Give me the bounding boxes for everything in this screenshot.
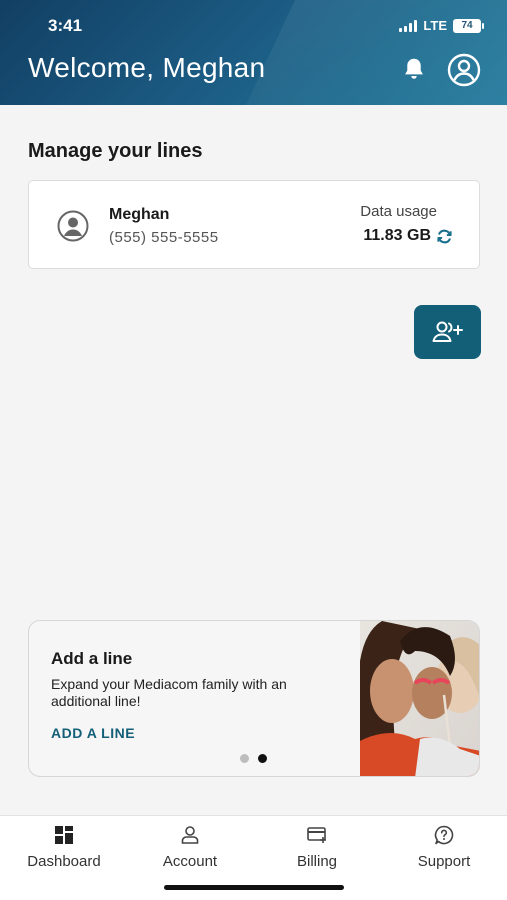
battery-icon: 74 (453, 18, 484, 33)
tab-support[interactable]: Support (389, 824, 499, 870)
promo-description: Expand your Mediacom family with an addi… (51, 676, 287, 709)
data-usage-value: 11.83 GB (363, 227, 431, 244)
data-usage-label: Data usage (360, 203, 437, 220)
home-indicator[interactable] (164, 885, 344, 890)
network-label: LTE (423, 18, 447, 33)
line-phone-number: (555) 555-5555 (109, 229, 219, 246)
add-user-button[interactable] (414, 305, 481, 359)
line-card[interactable]: Meghan (555) 555-5555 Data usage 11.83 G… (28, 180, 480, 269)
billing-icon (307, 827, 326, 843)
manage-lines-title: Manage your lines (28, 140, 203, 162)
tab-label: Dashboard (27, 853, 101, 870)
add-line-promo-card[interactable]: Add a line Expand your Mediacom family w… (28, 620, 480, 777)
pagination-dot-active[interactable] (258, 754, 267, 763)
line-owner-name: Meghan (109, 206, 170, 223)
carousel-pagination (240, 754, 267, 763)
profile-icon[interactable] (447, 53, 481, 87)
refresh-icon[interactable] (436, 228, 453, 245)
tab-label: Billing (296, 853, 338, 870)
battery-level: 74 (461, 20, 473, 31)
tab-dashboard[interactable]: Dashboard (9, 824, 119, 870)
add-user-icon (432, 321, 463, 342)
tab-account[interactable]: Account (135, 824, 245, 870)
support-icon (434, 825, 454, 845)
add-a-line-link[interactable]: ADD A LINE (51, 725, 135, 741)
signal-icon (399, 19, 418, 32)
app-header: 3:41 LTE 74 Welcome, Meghan (0, 0, 507, 105)
pagination-dot[interactable] (240, 754, 249, 763)
user-avatar-icon (57, 210, 89, 242)
tab-label: Account (162, 853, 218, 870)
welcome-title: Welcome, Meghan (28, 52, 266, 83)
bell-icon[interactable] (401, 56, 427, 82)
tab-billing[interactable]: Billing (262, 824, 372, 870)
status-time: 3:41 (48, 16, 83, 35)
status-indicators: LTE 74 (399, 18, 484, 33)
dashboard-icon (55, 826, 73, 844)
tab-label: Support (417, 853, 471, 870)
promo-title: Add a line (51, 649, 133, 668)
promo-photo-image (360, 621, 479, 776)
account-icon (181, 826, 199, 844)
